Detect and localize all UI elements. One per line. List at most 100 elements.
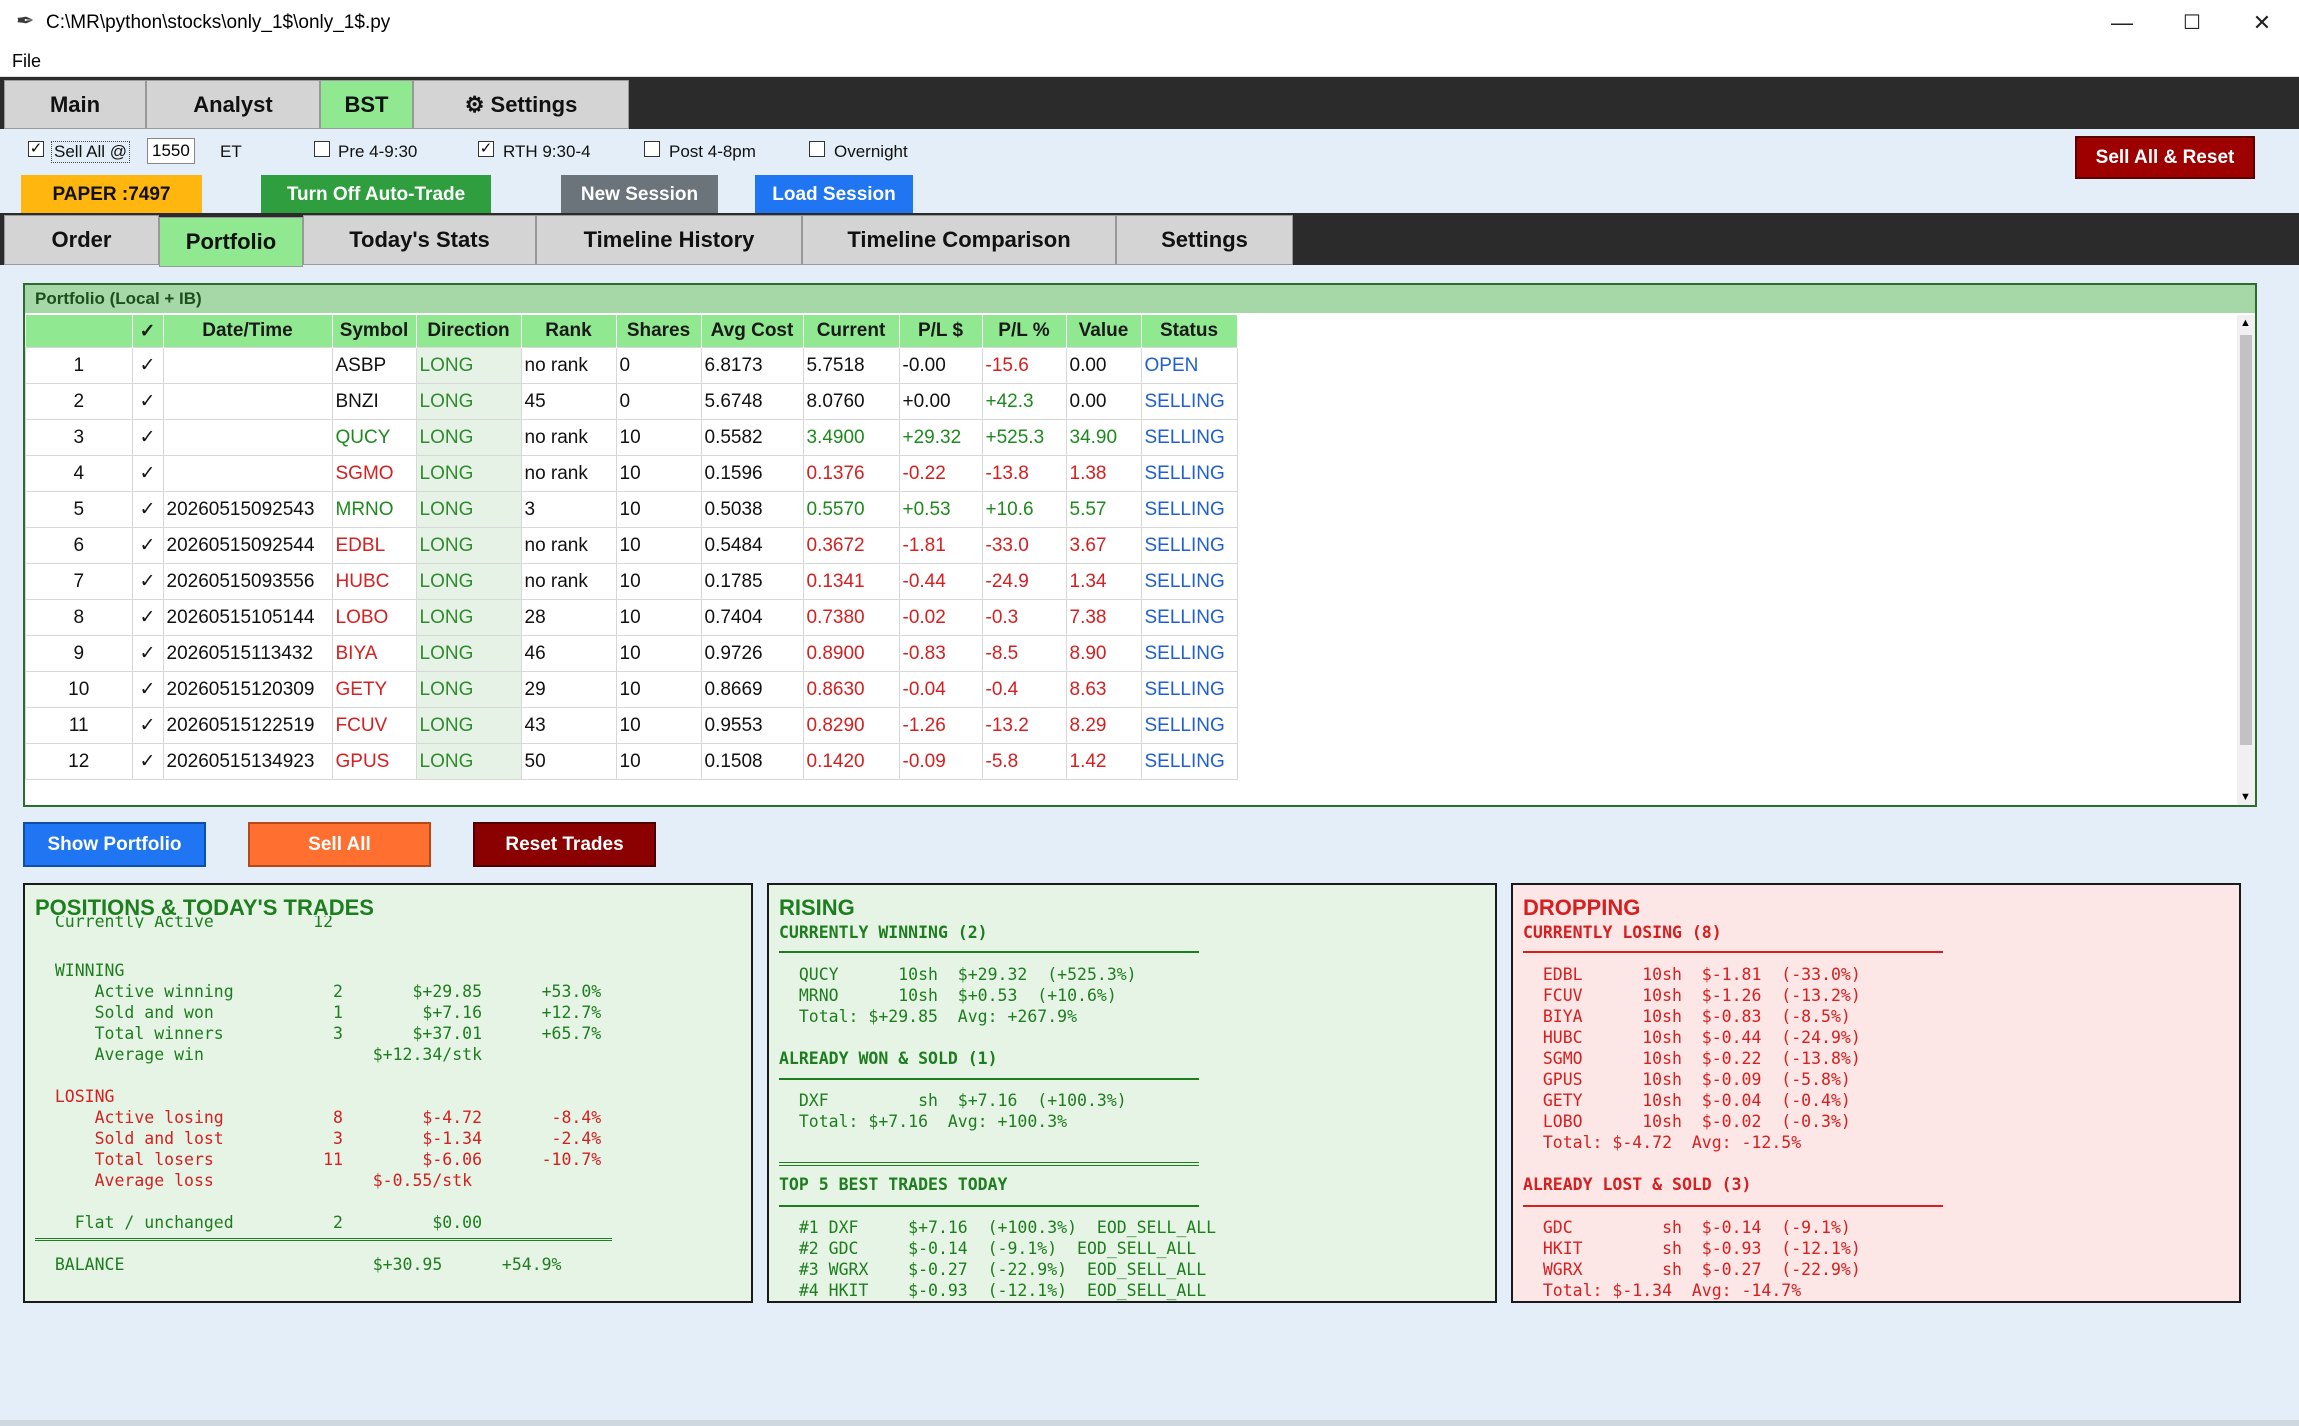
cell-rank: 28 (520, 599, 617, 636)
table-row[interactable]: 8 ✓ 20260515105144 LOBO LONG 28 10 0.7404 0.7380… (25, 599, 1238, 636)
scroll-thumb[interactable] (2240, 335, 2252, 745)
cell-row-number: 3 (25, 419, 133, 456)
cell-pl-dollar: +0.00 (898, 383, 983, 420)
tab-timeline-history[interactable]: Timeline History (536, 215, 802, 265)
flat-line: Flat / unchanged 2 $0.00 (35, 1213, 483, 1232)
col-datetime[interactable]: Date/Time (163, 315, 333, 348)
table-row[interactable]: 10 ✓ 20260515120309 GETY LONG 29 10 0.8669 0.863… (25, 671, 1238, 708)
scroll-down-icon[interactable]: ▼ (2240, 791, 2251, 803)
cell-check: ✓ (131, 347, 164, 384)
col-symbol[interactable]: Symbol (332, 315, 417, 348)
cell-symbol: MRNO (331, 491, 417, 528)
cell-pl-percent: -13.8 (981, 455, 1067, 492)
reset-trades-button[interactable]: Reset Trades (473, 822, 656, 867)
tab-analyst[interactable]: Analyst (146, 80, 320, 129)
cell-value: 8.63 (1065, 671, 1142, 708)
cell-row-number: 1 (25, 347, 133, 384)
table-row[interactable]: 11 ✓ 20260515122519 FCUV LONG 43 10 0.9553 0.829… (25, 707, 1238, 744)
table-row[interactable]: 6 ✓ 20260515092544 EDBL LONG no rank 10 0.5484 0… (25, 527, 1238, 564)
cell-datetime: 20260515092543 (162, 491, 333, 528)
cell-symbol: ASBP (331, 347, 417, 384)
table-row[interactable]: 4 ✓ SGMO LONG no rank 10 0.1596 0.1376 -0.22 -13.… (25, 455, 1238, 492)
cell-current: 0.8630 (802, 671, 900, 708)
cell-status: SELLING (1140, 491, 1238, 528)
tab-portfolio[interactable]: Portfolio (159, 217, 303, 267)
cell-shares: 10 (615, 743, 702, 780)
cell-symbol: EDBL (331, 527, 417, 564)
col-pl-percent[interactable]: P/L % (982, 315, 1067, 348)
menu-file[interactable]: File (12, 51, 41, 72)
tab-main[interactable]: Main (4, 80, 146, 129)
load-session-button[interactable]: Load Session (755, 175, 913, 215)
table-row[interactable]: 12 ✓ 20260515134923 GPUS LONG 50 10 0.1508 0.142… (25, 743, 1238, 780)
cell-direction: LONG (415, 707, 522, 744)
cell-pl-dollar: -0.44 (898, 563, 983, 600)
pre-market-checkbox[interactable] (314, 141, 330, 157)
table-row[interactable]: 9 ✓ 20260515113432 BIYA LONG 46 10 0.9726 0.8900… (25, 635, 1238, 672)
cell-pl-dollar: -0.04 (898, 671, 983, 708)
col-rank[interactable]: Rank (521, 315, 617, 348)
cell-shares: 10 (615, 527, 702, 564)
table-row[interactable]: 5 ✓ 20260515092543 MRNO LONG 3 10 0.5038 0.5570 +… (25, 491, 1238, 528)
table-row[interactable]: 3 ✓ QUCY LONG no rank 10 0.5582 3.4900 +29.32 +52… (25, 419, 1238, 456)
table-row[interactable]: 1 ✓ ASBP LONG no rank 0 6.8173 5.7518 -0.00 -15.6… (25, 347, 1238, 384)
cell-row-number: 12 (25, 743, 133, 780)
col-shares[interactable]: Shares (616, 315, 702, 348)
cell-direction: LONG (415, 599, 522, 636)
tab-settings-main[interactable]: ⚙ Settings (413, 80, 629, 129)
show-portfolio-button[interactable]: Show Portfolio (23, 822, 206, 867)
post-market-checkbox[interactable] (644, 141, 660, 157)
col-current[interactable]: Current (803, 315, 900, 348)
tab-order[interactable]: Order (4, 215, 159, 265)
cell-shares: 10 (615, 419, 702, 456)
table-row[interactable]: 2 ✓ BNZI LONG 45 0 5.6748 8.0760 +0.00 +42.3 0.00 S… (25, 383, 1238, 420)
cell-row-number: 6 (25, 527, 133, 564)
cell-check: ✓ (131, 707, 164, 744)
table-scrollbar[interactable]: ▲ ▼ (2237, 315, 2255, 805)
cell-datetime (162, 347, 333, 384)
sell-all-checkbox[interactable]: ✓ (28, 141, 44, 157)
paper-account-badge[interactable]: PAPER :7497 (21, 175, 202, 215)
tab-settings-sub[interactable]: Settings (1116, 215, 1293, 265)
cell-symbol: BNZI (331, 383, 417, 420)
cell-status: SELLING (1140, 563, 1238, 600)
cell-avg-cost: 0.9553 (700, 707, 804, 744)
col-direction[interactable]: Direction (416, 315, 522, 348)
cell-pl-percent: -8.5 (981, 635, 1067, 672)
col-status[interactable]: Status (1141, 315, 1238, 348)
currently-winning-heading: CURRENTLY WINNING (2) (779, 923, 988, 942)
sell-time-input[interactable]: 1550 (147, 138, 195, 164)
close-button[interactable]: ✕ (2227, 0, 2297, 46)
table-row[interactable]: 7 ✓ 20260515093556 HUBC LONG no rank 10 0.1785 0… (25, 563, 1238, 600)
sell-all-button[interactable]: Sell All (248, 822, 431, 867)
turn-off-auto-trade-button[interactable]: Turn Off Auto-Trade (261, 175, 491, 215)
tab-timeline-comparison[interactable]: Timeline Comparison (802, 215, 1116, 265)
maximize-button[interactable]: ☐ (2157, 0, 2227, 46)
cell-symbol: HUBC (331, 563, 417, 600)
col-avg-cost[interactable]: Avg Cost (701, 315, 804, 348)
cell-direction: LONG (415, 383, 522, 420)
scroll-up-icon[interactable]: ▲ (2240, 317, 2251, 329)
new-session-button[interactable]: New Session (561, 175, 718, 215)
minimize-button[interactable]: — (2087, 0, 2157, 46)
cell-direction: LONG (415, 455, 522, 492)
overnight-checkbox[interactable] (809, 141, 825, 157)
cell-symbol: LOBO (331, 599, 417, 636)
col-pl-dollar[interactable]: P/L $ (899, 315, 983, 348)
cell-shares: 10 (615, 635, 702, 672)
rth-checkbox[interactable]: ✓ (478, 141, 494, 157)
cell-shares: 10 (615, 707, 702, 744)
portfolio-header: Portfolio (Local + IB) (25, 285, 2255, 313)
tab-bst[interactable]: BST (320, 80, 413, 129)
pre-market-label: Pre 4-9:30 (338, 142, 418, 161)
cell-value: 1.42 (1065, 743, 1142, 780)
already-lost-heading: ALREADY LOST & SOLD (3) (1523, 1175, 1752, 1194)
cell-direction: LONG (415, 671, 522, 708)
sell-all-reset-button[interactable]: Sell All & Reset (2075, 136, 2255, 179)
col-value[interactable]: Value (1066, 315, 1142, 348)
col-check[interactable]: ✓ (132, 315, 164, 348)
menu-bar: File (0, 46, 2299, 77)
tab-todays-stats[interactable]: Today's Stats (303, 215, 536, 265)
cell-avg-cost: 0.5038 (700, 491, 804, 528)
already-lost-list: GDC sh $-0.14 (-9.1%) HKIT sh $-0.93 (-1… (1542, 1218, 1861, 1300)
